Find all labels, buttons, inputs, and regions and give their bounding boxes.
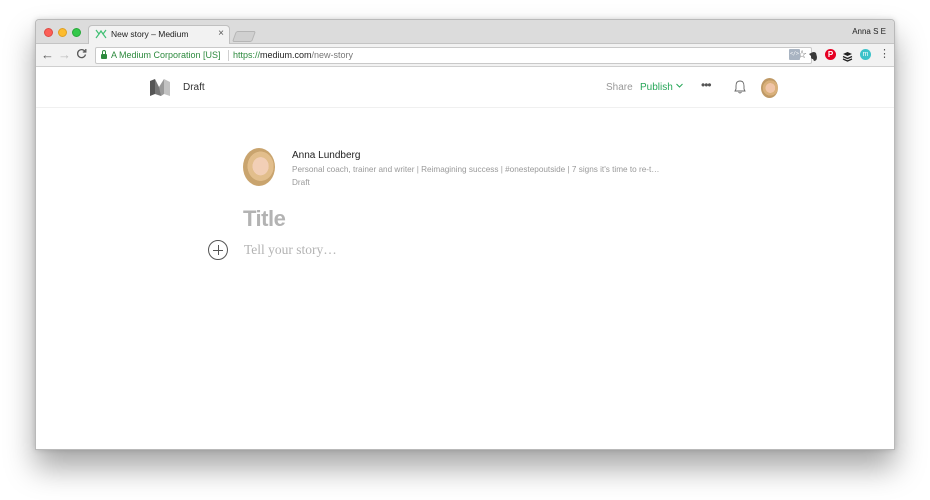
share-button[interactable]: Share — [606, 82, 633, 93]
story-body-input[interactable]: Tell your story… — [244, 242, 337, 258]
address-bar[interactable]: A Medium Corporation [US] https://medium… — [95, 47, 812, 64]
user-avatar[interactable] — [761, 78, 778, 98]
medium-logo-icon — [95, 29, 107, 39]
ev-certificate-name[interactable]: A Medium Corporation [US] — [111, 50, 221, 60]
lock-icon — [101, 50, 107, 59]
url-text[interactable]: https://medium.com/new-story — [233, 50, 353, 60]
close-icon[interactable]: × — [218, 28, 224, 39]
author-avatar[interactable] — [243, 148, 275, 186]
tab-title: New story – Medium — [111, 29, 189, 39]
author-bio: Personal coach, trainer and writer | Rei… — [292, 165, 660, 174]
draft-status: Draft — [183, 82, 205, 93]
add-content-button[interactable] — [208, 240, 228, 260]
publish-button[interactable]: Publish — [640, 82, 673, 93]
maximize-window-button[interactable] — [72, 28, 81, 37]
reload-icon[interactable] — [76, 48, 87, 62]
author-post-status: Draft — [292, 178, 310, 187]
site-header: Draft Share Publish ••• — [36, 68, 894, 108]
tab-new-story[interactable]: New story – Medium × — [88, 25, 230, 45]
medium-editor-page: Draft Share Publish ••• Anna Lundberg Pe… — [36, 68, 894, 449]
url-separator — [228, 50, 229, 61]
browser-menu-icon[interactable]: ⋮ — [879, 47, 890, 61]
forward-icon[interactable]: → — [58, 48, 71, 62]
author-name[interactable]: Anna Lundberg — [292, 150, 360, 161]
minimize-window-button[interactable] — [58, 28, 67, 37]
m-extension-icon[interactable]: m — [860, 49, 871, 60]
title-input[interactable]: Title — [243, 206, 286, 232]
browser-window: New story – Medium × Anna S E ← → A Medi… — [35, 19, 895, 450]
tab-strip: New story – Medium × Anna S E — [36, 20, 894, 45]
browser-toolbar: ← → A Medium Corporation [US] https://me… — [36, 44, 894, 67]
medium-logo-icon[interactable] — [150, 79, 170, 96]
buffer-icon[interactable] — [842, 49, 853, 62]
back-icon[interactable]: ← — [41, 48, 54, 62]
bell-icon[interactable] — [734, 80, 746, 94]
pinterest-icon[interactable]: P — [825, 49, 836, 60]
new-tab-button[interactable] — [231, 31, 257, 42]
close-window-button[interactable] — [44, 28, 53, 37]
more-options-icon[interactable]: ••• — [701, 78, 712, 92]
code-extension-icon[interactable]: </> — [789, 49, 800, 60]
chevron-down-icon[interactable] — [676, 82, 683, 89]
evernote-icon[interactable] — [808, 49, 819, 61]
profile-name[interactable]: Anna S E — [852, 27, 886, 36]
